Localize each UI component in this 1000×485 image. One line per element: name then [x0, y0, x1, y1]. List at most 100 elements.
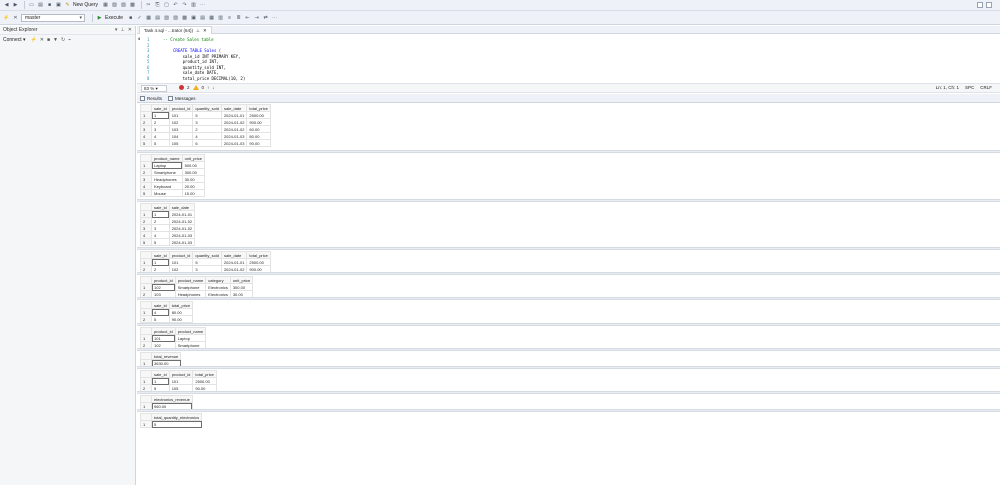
tab-messages[interactable]: Messages: [168, 95, 196, 101]
table-row[interactable]: 4 Keyboard 20.00: [140, 182, 205, 190]
new-file-icon[interactable]: ▭: [28, 2, 35, 9]
table-row[interactable]: 3 3 103 2 2024-01-02 60.00: [140, 125, 271, 133]
table-cell[interactable]: 2024-01-02: [168, 224, 196, 232]
grid-splitter[interactable]: [137, 366, 1000, 369]
table-row[interactable]: 1 102 Smartphone Electronics 300.00: [140, 283, 254, 291]
table-cell[interactable]: 90.00: [168, 315, 194, 323]
table-cell[interactable]: 2024-01-03: [220, 139, 248, 147]
table-cell[interactable]: 2024-01-01: [168, 210, 196, 218]
table-cell[interactable]: 101: [168, 111, 194, 119]
table-cell[interactable]: 300.00: [229, 283, 254, 291]
increase-indent-icon[interactable]: ⇥: [253, 14, 260, 21]
grid-splitter[interactable]: [137, 247, 1000, 250]
column-header[interactable]: product_id: [151, 276, 176, 284]
close-icon[interactable]: [986, 2, 992, 8]
row-number[interactable]: 1: [140, 258, 152, 266]
table-cell[interactable]: 5: [192, 258, 222, 266]
grid-corner[interactable]: [140, 352, 152, 360]
live-stats-icon[interactable]: ▩: [181, 14, 188, 21]
column-header[interactable]: product_name: [151, 154, 183, 162]
table-cell[interactable]: 80.00: [168, 308, 194, 316]
row-number[interactable]: 4: [140, 182, 152, 190]
table-cell[interactable]: 900.00: [246, 118, 271, 126]
row-number[interactable]: 1: [140, 210, 152, 218]
tab-results[interactable]: Results: [140, 95, 162, 101]
more-icon[interactable]: ⋯: [199, 2, 206, 9]
zoom-select[interactable]: 83 % ▾: [141, 85, 167, 92]
table-cell[interactable]: 4: [151, 308, 170, 316]
chevron-down-icon[interactable]: ▾: [115, 27, 118, 33]
column-header[interactable]: product_id: [151, 327, 176, 335]
refresh-icon[interactable]: ↻: [61, 37, 65, 43]
grid-splitter[interactable]: [137, 150, 1000, 153]
table-row[interactable]: 1 4 80.00: [140, 308, 194, 316]
forward-icon[interactable]: ▶: [12, 2, 19, 9]
table-cell[interactable]: 5: [151, 238, 170, 246]
row-number[interactable]: 5: [140, 238, 152, 246]
save-all-icon[interactable]: ▣: [55, 2, 62, 9]
row-number[interactable]: 1: [140, 308, 152, 316]
client-stats-icon[interactable]: ▣: [190, 14, 197, 21]
row-number[interactable]: 1: [140, 420, 152, 428]
table-cell[interactable]: 15.00: [181, 189, 205, 197]
specify-values-icon[interactable]: ⇄: [262, 14, 269, 21]
table-cell[interactable]: 2024-01-03: [220, 132, 248, 140]
row-number[interactable]: 1: [140, 334, 152, 342]
database-select[interactable]: master ▾: [21, 13, 85, 22]
table-cell[interactable]: 6: [192, 139, 222, 147]
result-grid[interactable]: total_revenue 1 3630.00: [140, 352, 182, 367]
table-row[interactable]: 3 Headphones 30.00: [140, 175, 205, 183]
tab-query[interactable]: Task 4.sql - ...trator (64)) ⊥ ✕: [139, 26, 212, 34]
grid-corner[interactable]: [140, 154, 152, 162]
copy-icon[interactable]: ⎘: [154, 2, 161, 9]
table-cell[interactable]: 2: [192, 125, 222, 133]
table-cell[interactable]: 30.00: [181, 175, 205, 183]
row-number[interactable]: 1: [140, 283, 152, 291]
result-grid[interactable]: product_name unit_price 1 Laptop 500.00 2 Smar…: [140, 154, 205, 197]
grid-corner[interactable]: [140, 327, 152, 335]
grid-corner[interactable]: [140, 301, 152, 309]
table-cell[interactable]: 2: [151, 217, 170, 225]
table-cell[interactable]: 2024-01-01: [220, 111, 248, 119]
table-cell[interactable]: 3: [151, 125, 170, 133]
result-grid[interactable]: total_quantity_electronics 1 5: [140, 413, 203, 428]
row-number[interactable]: 5: [140, 139, 152, 147]
pin-icon[interactable]: ⊥: [120, 27, 124, 33]
table-row[interactable]: 4 4 2024-01-03: [140, 231, 196, 239]
column-header[interactable]: product_id: [168, 370, 194, 378]
uncomment-icon[interactable]: ≣: [235, 14, 242, 21]
grid-splitter[interactable]: [137, 297, 1000, 300]
grid-corner[interactable]: [140, 104, 152, 112]
table-cell[interactable]: 2500.00: [246, 258, 271, 266]
result-grid[interactable]: sale_id total_price 1 4 80.00 2 5 90.00: [140, 301, 194, 323]
table-row[interactable]: 1 1 101 5 2024-01-01 2500.00: [140, 258, 271, 266]
row-number[interactable]: 2: [140, 217, 152, 225]
estimated-plan-icon[interactable]: ▦: [145, 14, 152, 21]
comment-icon[interactable]: ≡: [226, 14, 233, 21]
column-header[interactable]: total_price: [246, 104, 271, 112]
table-cell[interactable]: 3: [151, 224, 170, 232]
table-cell[interactable]: 2024-01-01: [220, 258, 248, 266]
stop-icon[interactable]: ■: [127, 14, 134, 21]
column-header[interactable]: product_id: [168, 104, 194, 112]
table-cell[interactable]: Smartphone: [174, 283, 207, 291]
column-header[interactable]: sale_id: [151, 370, 170, 378]
parse-icon[interactable]: ✓: [136, 14, 143, 21]
activity-icon[interactable]: ⌁: [68, 37, 71, 43]
grid-corner[interactable]: [140, 395, 152, 403]
back-icon[interactable]: ◀: [3, 2, 10, 9]
restore-icon[interactable]: [977, 2, 983, 8]
table-cell[interactable]: 5: [192, 111, 222, 119]
grid-splitter[interactable]: [137, 391, 1000, 394]
table-cell[interactable]: 2024-01-02: [220, 118, 248, 126]
table-cell[interactable]: 5: [151, 139, 170, 147]
column-header[interactable]: product_name: [174, 327, 207, 335]
query-editor[interactable]: ▮ 1 2 3 4 5 6 7 8 -- Create Sales table …: [137, 35, 1000, 82]
column-header[interactable]: sale_id: [151, 301, 170, 309]
column-header[interactable]: sale_date: [220, 251, 248, 259]
column-header[interactable]: product_name: [174, 276, 207, 284]
table-cell[interactable]: 20.00: [181, 182, 205, 190]
connect-plug-icon[interactable]: ⚡: [31, 37, 37, 43]
column-header[interactable]: sale_date: [220, 104, 248, 112]
table-row[interactable]: 5 5 105 6 2024-01-03 90.00: [140, 139, 271, 147]
